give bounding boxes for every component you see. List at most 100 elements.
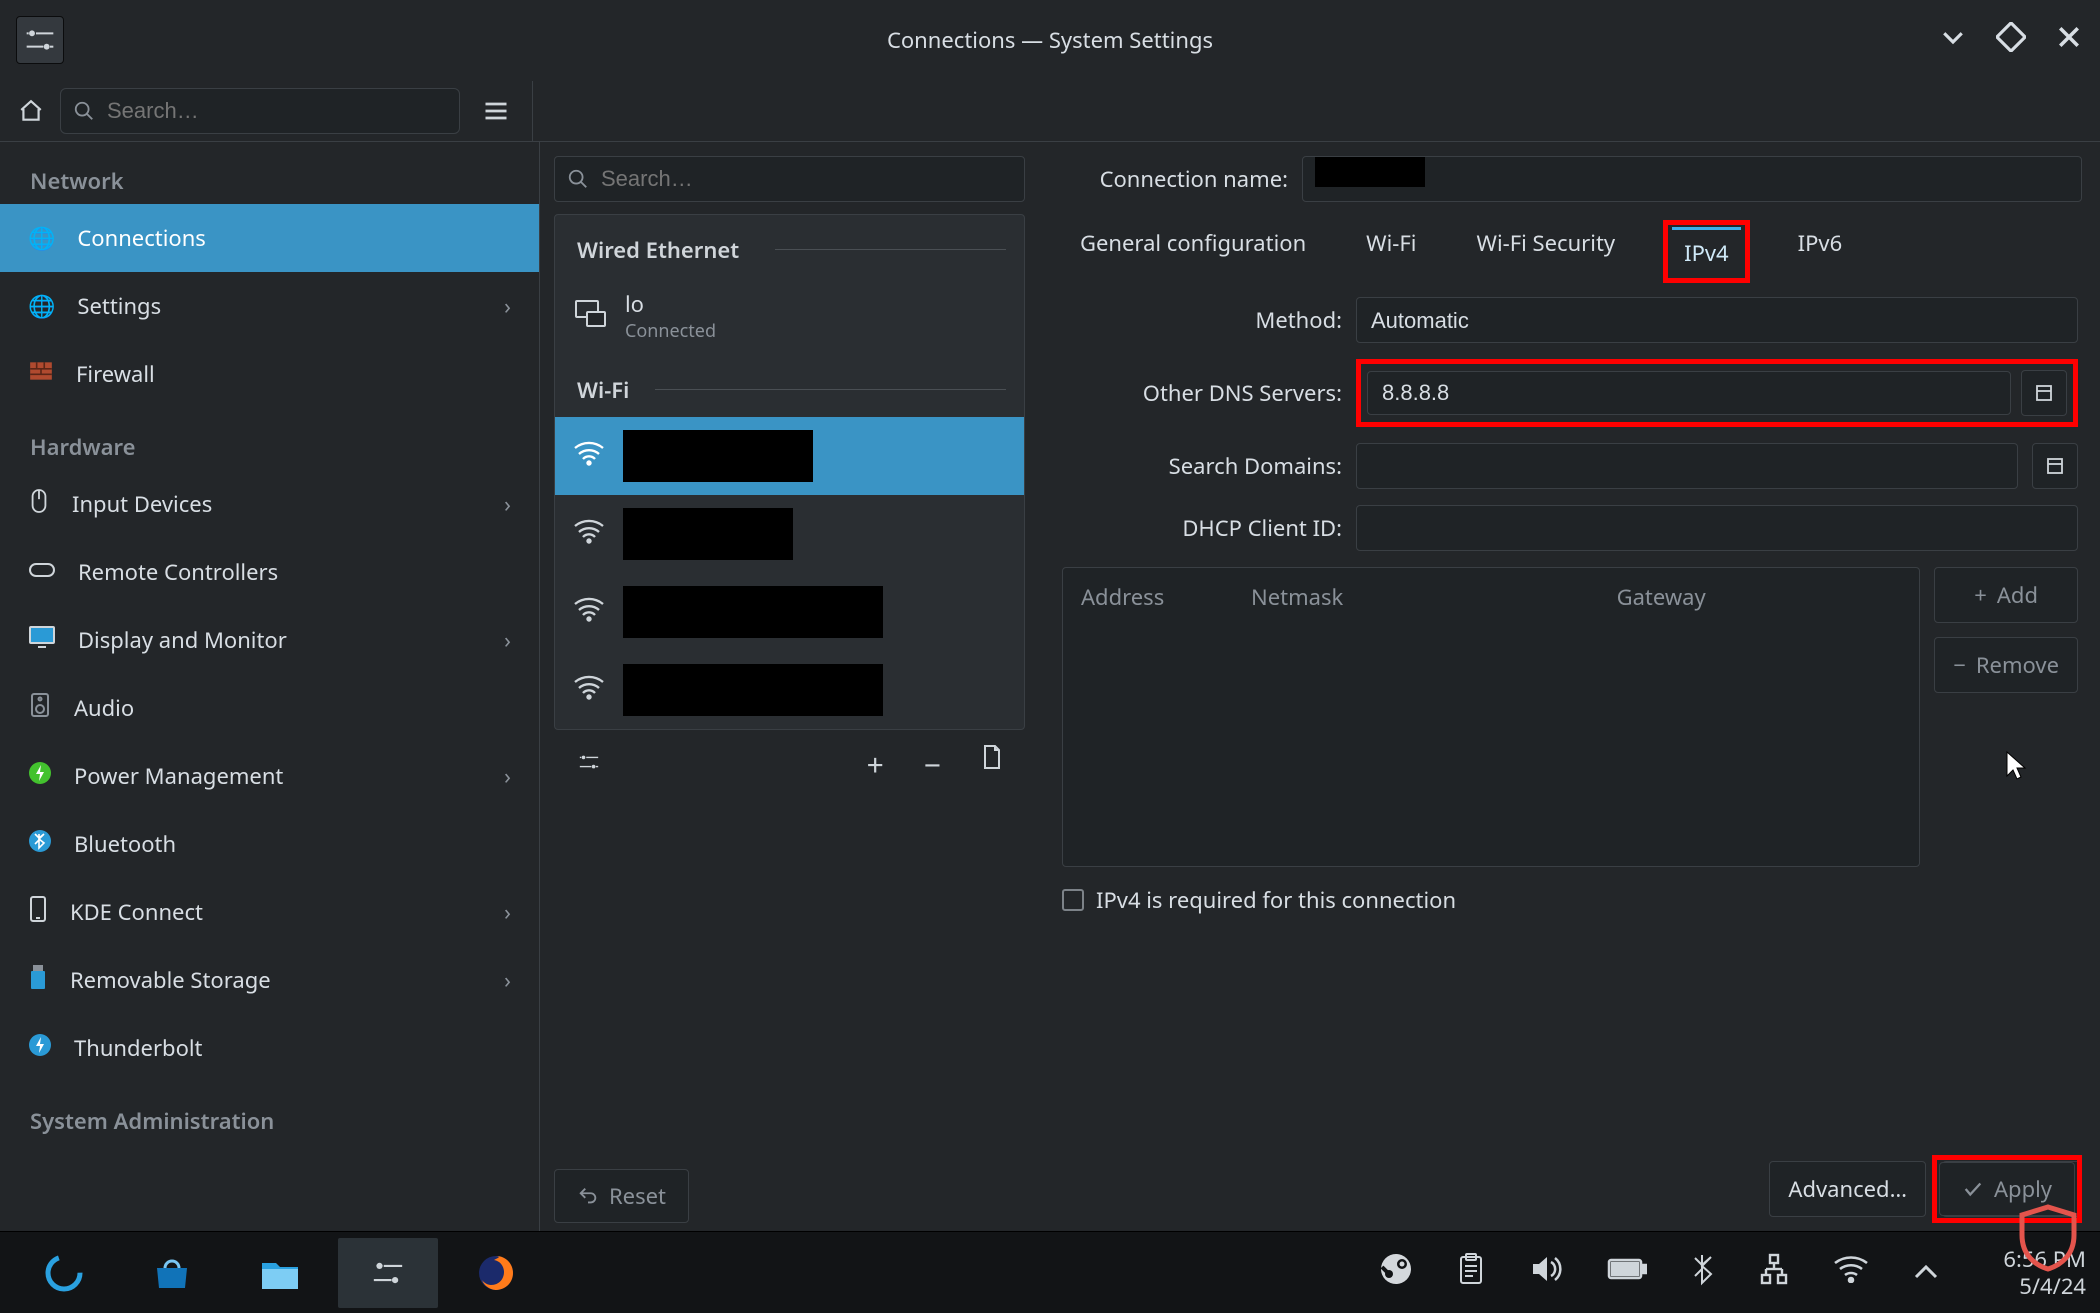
connection-item-wifi-2[interactable]	[555, 495, 1024, 573]
chevron-right-icon: ›	[504, 965, 511, 995]
tab-wifi-security[interactable]: Wi-Fi Security	[1465, 220, 1628, 283]
connection-name-input[interactable]	[1302, 156, 2082, 202]
search-domains-label: Search Domains:	[1062, 451, 1342, 481]
sidebar-item-audio[interactable]: Audio	[0, 674, 539, 742]
sidebar-item-firewall[interactable]: Firewall	[0, 340, 539, 408]
sidebar-item-connections[interactable]: 🌐 Connections	[0, 204, 539, 272]
sidebar-item-power-management[interactable]: Power Management ›	[0, 742, 539, 810]
check-icon	[1962, 1178, 1984, 1200]
method-select[interactable]: Automatic	[1356, 297, 2078, 343]
bluetooth-icon	[28, 829, 52, 860]
add-address-button[interactable]: +Add	[1934, 567, 2078, 623]
add-connection-button[interactable]: +	[867, 744, 884, 785]
taskbar-item-firefox[interactable]	[446, 1238, 546, 1308]
taskbar-item-files[interactable]	[230, 1238, 330, 1308]
sidebar-item-settings[interactable]: 🌐 Settings ›	[0, 272, 539, 340]
export-connection-button[interactable]	[981, 744, 1003, 785]
sidebar-item-removable-storage[interactable]: Removable Storage ›	[0, 946, 539, 1014]
tray-expand-icon[interactable]	[1913, 1258, 1939, 1288]
speaker-icon	[28, 692, 52, 725]
window-maximize-icon[interactable]	[1996, 22, 2026, 59]
sidebar-item-label: Settings	[77, 291, 482, 321]
ipv4-required-checkbox[interactable]	[1062, 889, 1084, 911]
highlight-apply-button: Apply	[1932, 1155, 2082, 1223]
sidebar-item-kde-connect[interactable]: KDE Connect ›	[0, 878, 539, 946]
dns-label: Other DNS Servers:	[1062, 378, 1342, 408]
connection-item-wifi-4[interactable]	[555, 651, 1024, 729]
tray-bluetooth-icon[interactable]	[1691, 1252, 1715, 1293]
home-button[interactable]	[14, 94, 48, 128]
sidebar-item-label: Power Management	[74, 761, 482, 791]
taskbar-item-system-settings[interactable]	[338, 1238, 438, 1308]
section-wifi: Wi-Fi	[555, 355, 1024, 417]
sidebar-item-label: Firewall	[76, 359, 511, 389]
window-minimize-icon[interactable]	[1938, 22, 1968, 59]
tray-steam-icon[interactable]	[1379, 1252, 1413, 1293]
connection-status: Connected	[625, 319, 716, 343]
tab-general-configuration[interactable]: General configuration	[1068, 220, 1318, 283]
globe-icon: 🌐	[28, 291, 55, 321]
tray-network-wired-icon[interactable]	[1759, 1253, 1789, 1292]
ethernet-icon	[573, 298, 607, 335]
sidebar-item-label: Connections	[77, 223, 511, 253]
taskbar-item-store[interactable]	[122, 1238, 222, 1308]
connection-item-lo[interactable]: lo Connected	[555, 277, 1024, 355]
sidebar-item-thunderbolt[interactable]: Thunderbolt	[0, 1014, 539, 1082]
search-icon	[567, 168, 589, 190]
globe-icon: 🌐	[28, 223, 55, 253]
settings-sidebar: Network 🌐 Connections 🌐 Settings › Firew…	[0, 142, 540, 1231]
redacted-ssid	[623, 430, 813, 482]
hamburger-menu-button[interactable]	[476, 91, 516, 131]
tray-battery-icon[interactable]	[1607, 1257, 1647, 1288]
connection-name-label: Connection name:	[1058, 164, 1288, 194]
tab-ipv6[interactable]: IPv6	[1786, 220, 1855, 283]
dhcp-client-id-input[interactable]	[1356, 505, 2078, 551]
monitor-icon	[28, 625, 56, 656]
address-table[interactable]: Address Netmask Gateway	[1062, 567, 1920, 867]
wifi-icon	[573, 596, 605, 629]
tray-volume-icon[interactable]	[1529, 1254, 1563, 1291]
tab-ipv4[interactable]: IPv4	[1672, 227, 1741, 276]
taskbar: 6:56 PM 5/4/24	[0, 1231, 2100, 1313]
chevron-right-icon: ›	[504, 897, 511, 927]
sidebar-item-remote-controllers[interactable]: Remote Controllers	[0, 538, 539, 606]
sidebar-item-bluetooth[interactable]: Bluetooth	[0, 810, 539, 878]
sidebar-item-display-monitor[interactable]: Display and Monitor ›	[0, 606, 539, 674]
configure-icon[interactable]	[576, 750, 602, 780]
firewall-icon	[28, 358, 54, 391]
sidebar-item-label: Remote Controllers	[78, 557, 511, 587]
window-close-icon[interactable]	[2054, 22, 2084, 59]
taskbar-clock[interactable]: 6:56 PM 5/4/24	[2003, 1246, 2086, 1299]
tray-wifi-icon[interactable]	[1833, 1255, 1869, 1290]
app-launcher-button[interactable]	[14, 1238, 114, 1308]
remove-connection-button[interactable]: −	[924, 744, 941, 785]
tab-wifi[interactable]: Wi-Fi	[1354, 220, 1428, 283]
connection-item-wifi-1[interactable]	[555, 417, 1024, 495]
dns-servers-input[interactable]	[1367, 371, 2011, 415]
sidebar-search[interactable]	[60, 88, 460, 134]
chevron-right-icon: ›	[504, 625, 511, 655]
section-header-hardware: Hardware	[0, 408, 539, 470]
dns-edit-button[interactable]	[2021, 370, 2067, 416]
sidebar-item-label: Input Devices	[72, 489, 482, 519]
advanced-button[interactable]: Advanced…	[1769, 1161, 1926, 1217]
connection-search-input[interactable]	[599, 165, 1012, 193]
col-netmask: Netmask	[1233, 568, 1403, 626]
search-domains-edit-button[interactable]	[2032, 443, 2078, 489]
clock-date: 5/4/24	[2019, 1273, 2086, 1299]
connection-item-wifi-3[interactable]	[555, 573, 1024, 651]
sidebar-search-input[interactable]	[105, 97, 447, 125]
mouse-icon	[28, 488, 50, 521]
ipv4-required-label: IPv4 is required for this connection	[1096, 885, 1456, 915]
chevron-right-icon: ›	[504, 489, 511, 519]
sidebar-item-input-devices[interactable]: Input Devices ›	[0, 470, 539, 538]
reset-button[interactable]: Reset	[554, 1169, 689, 1223]
connection-search[interactable]	[554, 156, 1025, 202]
apply-button[interactable]: Apply	[1939, 1162, 2075, 1216]
clock-time: 6:56 PM	[2003, 1246, 2086, 1272]
section-header-sysadmin: System Administration	[0, 1082, 539, 1144]
remove-address-button[interactable]: −Remove	[1934, 637, 2078, 693]
tray-clipboard-icon[interactable]	[1457, 1253, 1485, 1292]
wifi-icon	[573, 674, 605, 707]
search-domains-input[interactable]	[1356, 443, 2018, 489]
